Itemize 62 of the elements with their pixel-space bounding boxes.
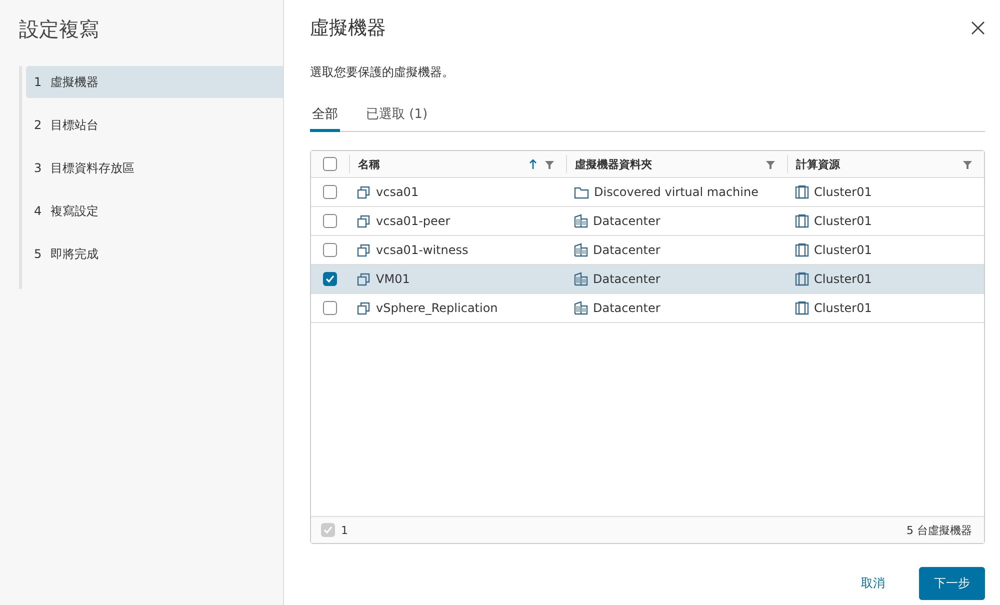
vm-icon — [357, 243, 371, 257]
dialog-title: 虛擬機器 — [310, 16, 386, 41]
cluster-name: Cluster01 — [814, 185, 872, 199]
vm-name: vSphere_Replication — [376, 301, 498, 315]
cluster-icon — [795, 185, 809, 199]
cluster-name: Cluster01 — [814, 272, 872, 286]
cluster-icon — [795, 214, 809, 228]
cancel-button[interactable]: 取消 — [855, 574, 891, 593]
tab[interactable]: 全部 — [310, 99, 340, 132]
folder-icon — [574, 186, 589, 198]
wizard-title: 設定複寫 — [18, 16, 100, 43]
filter-icon[interactable] — [545, 160, 554, 168]
vm-name: vcsa01 — [376, 185, 419, 199]
select-all-checkbox[interactable] — [323, 157, 337, 171]
vm-name: vcsa01-witness — [376, 243, 468, 257]
folder-name: Datacenter — [593, 214, 660, 228]
row-checkbox[interactable] — [323, 301, 337, 315]
vm-icon — [357, 301, 371, 315]
vm-name: VM01 — [376, 272, 410, 286]
filter-icon[interactable] — [963, 160, 972, 168]
tab[interactable]: 已選取 (1) — [364, 99, 430, 132]
wizard-step[interactable]: 5 即將完成 — [26, 238, 283, 270]
folder-name: Datacenter — [593, 243, 660, 257]
cluster-name: Cluster01 — [814, 214, 872, 228]
vm-icon — [357, 185, 371, 199]
folder-name: Datacenter — [593, 301, 660, 315]
row-checkbox[interactable] — [323, 214, 337, 228]
instruction-text: 選取您要保護的虛擬機器。 — [310, 64, 455, 81]
next-button[interactable]: 下一步 — [919, 567, 985, 600]
vm-icon — [357, 214, 371, 228]
cluster-icon — [795, 301, 809, 315]
sort-arrow-icon[interactable] — [529, 159, 537, 169]
column-header[interactable]: 虛擬機器資料夾 — [575, 156, 758, 172]
total-count: 5 台虛擬機器 — [906, 522, 972, 538]
wizard-step[interactable]: 3 目標資料存放區 — [26, 152, 283, 184]
building-icon — [574, 272, 588, 286]
row-checkbox[interactable] — [323, 272, 337, 286]
wizard-step[interactable]: 4 複寫設定 — [26, 195, 283, 227]
vm-name: vcsa01-peer — [376, 214, 450, 228]
cluster-icon — [795, 243, 809, 257]
vm-icon — [357, 272, 371, 286]
folder-name: Datacenter — [593, 272, 660, 286]
column-header[interactable]: 計算資源 — [796, 156, 955, 172]
building-icon — [574, 301, 588, 315]
table-row[interactable]: vcsa01-peer Datacenter Cluster01 — [311, 207, 984, 236]
cluster-name: Cluster01 — [814, 301, 872, 315]
column-header[interactable]: 名稱 — [358, 156, 521, 172]
wizard-step[interactable]: 2 目標站台 — [26, 109, 283, 141]
table-row[interactable]: vcsa01 Discovered virtual machine Cluster01 — [311, 178, 984, 207]
table-row[interactable]: vSphere_Replication Datacenter Cluster01 — [311, 294, 984, 323]
row-checkbox[interactable] — [323, 185, 337, 199]
filter-icon[interactable] — [766, 160, 775, 168]
wizard-step[interactable]: 1 虛擬機器 — [26, 66, 283, 98]
table-row[interactable]: VM01 Datacenter Cluster01 — [311, 265, 984, 294]
cluster-name: Cluster01 — [814, 243, 872, 257]
close-icon[interactable] — [971, 21, 985, 35]
cluster-icon — [795, 272, 809, 286]
folder-name: Discovered virtual machine — [594, 185, 758, 199]
row-checkbox[interactable] — [323, 243, 337, 257]
building-icon — [574, 214, 588, 228]
building-icon — [574, 243, 588, 257]
selected-count: 1 — [341, 524, 348, 536]
